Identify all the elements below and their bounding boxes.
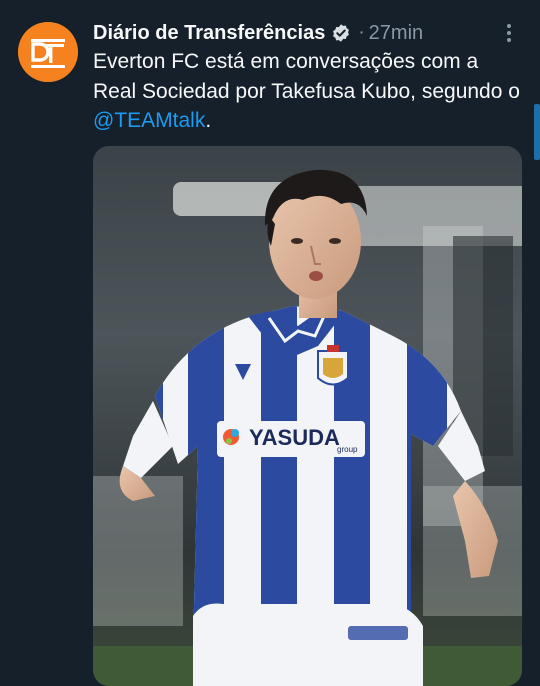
- header-separator: ·: [358, 22, 365, 43]
- scrollbar-thumb[interactable]: [534, 104, 540, 160]
- avatar-logo-icon: [18, 22, 78, 82]
- tweet-media-photo[interactable]: YASUDA group: [93, 146, 522, 686]
- tweet[interactable]: Diário de Transferências · 27min Everton…: [0, 0, 540, 686]
- sponsor-subtext: group: [337, 445, 358, 454]
- sponsor-text: YASUDA: [249, 425, 340, 450]
- tweet-timestamp[interactable]: 27min: [369, 22, 423, 45]
- player-photo: YASUDA group: [93, 146, 522, 686]
- mention-link[interactable]: @TEAMtalk: [93, 109, 205, 132]
- author-avatar[interactable]: [18, 22, 78, 82]
- more-options-icon[interactable]: [498, 22, 520, 44]
- tweet-header: Diário de Transferências · 27min: [93, 19, 423, 47]
- verified-badge-icon: [331, 23, 351, 43]
- tweet-text: Everton FC está em conversações com a Re…: [93, 47, 523, 136]
- club-crest-icon: [317, 345, 349, 386]
- tweet-text-end: .: [205, 109, 212, 132]
- author-name[interactable]: Diário de Transferências: [93, 22, 325, 45]
- tweet-text-body: Everton FC está em conversações com a Re…: [93, 50, 520, 103]
